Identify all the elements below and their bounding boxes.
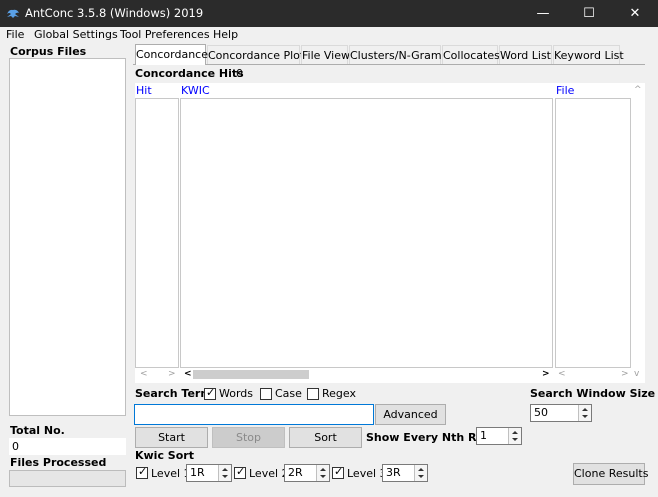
total-no-label: Total No. <box>10 424 65 437</box>
title-bar: AntConc 3.5.8 (Windows) 2019 — ☐ ✕ <box>0 0 658 27</box>
search-term-input[interactable] <box>134 404 374 425</box>
file-scroll-right-icon[interactable]: > <box>621 369 629 379</box>
corpus-files-label: Corpus Files <box>10 45 87 58</box>
level2-label: Level 2 <box>249 467 289 480</box>
total-no-value: 0 <box>12 440 19 453</box>
maximize-button[interactable]: ☐ <box>566 0 612 27</box>
close-button[interactable]: ✕ <box>612 0 658 27</box>
corpus-files-list[interactable] <box>9 58 126 416</box>
spinner-arrows-icon[interactable] <box>218 465 231 481</box>
regex-label: Regex <box>322 387 356 400</box>
spinner-arrows-icon[interactable] <box>578 405 591 421</box>
search-term-label: Search Term <box>135 387 212 400</box>
start-button[interactable]: Start <box>135 427 208 448</box>
show-every-nth-row-label: Show Every Nth Row <box>366 431 495 444</box>
hit-column-header[interactable]: Hit <box>136 84 152 97</box>
menu-tool-preferences[interactable]: Tool Preferences <box>120 28 210 41</box>
menu-global-settings[interactable]: Global Settings <box>34 28 118 41</box>
level3-value: 3R <box>386 466 401 479</box>
kwic-column-pane[interactable] <box>180 98 553 368</box>
file-column-pane[interactable] <box>555 98 631 368</box>
case-checkbox[interactable] <box>260 388 272 400</box>
menu-bar: File Global Settings Tool Preferences He… <box>0 27 658 44</box>
level1-checkbox[interactable] <box>136 465 148 479</box>
hit-column-pane[interactable] <box>135 98 179 368</box>
kwic-scroll-right-icon[interactable]: > <box>542 369 550 379</box>
minimize-button[interactable]: — <box>520 0 566 27</box>
tab-concordance[interactable]: Concordance <box>135 44 208 65</box>
tab-clusters-ngrams[interactable]: Clusters/N-Grams <box>349 45 447 65</box>
kwic-scroll-left-icon[interactable]: < <box>184 369 192 379</box>
regex-checkbox[interactable] <box>307 388 319 400</box>
results-scroll-up-icon[interactable]: ^ <box>634 85 642 95</box>
tab-file-view[interactable]: File View <box>301 45 350 65</box>
spinner-arrows-icon[interactable] <box>316 465 329 481</box>
files-processed-label: Files Processed <box>10 456 107 469</box>
files-processed-progress-bar <box>9 470 126 487</box>
clone-results-button[interactable]: Clone Results <box>573 463 648 485</box>
level1-label: Level 1 <box>151 467 191 480</box>
sort-button[interactable]: Sort <box>289 427 362 448</box>
file-scroll-left-icon[interactable]: < <box>558 369 566 379</box>
antconc-logo-icon <box>7 9 19 18</box>
case-label: Case <box>275 387 302 400</box>
kwic-sort-label: Kwic Sort <box>135 449 194 462</box>
results-scroll-down-icon[interactable]: v <box>634 369 639 379</box>
tab-word-list[interactable]: Word List <box>499 45 552 65</box>
hit-scroll-right-icon[interactable]: > <box>168 369 176 379</box>
advanced-button[interactable]: Advanced <box>375 404 446 425</box>
file-column-header[interactable]: File <box>556 84 574 97</box>
search-window-size-spinner[interactable]: 50 <box>530 404 592 422</box>
level3-spinner[interactable]: 3R <box>382 464 428 482</box>
spinner-arrows-icon[interactable] <box>508 428 521 444</box>
search-window-size-value: 50 <box>534 406 548 419</box>
kwic-scrollbar-thumb[interactable] <box>193 370 309 379</box>
level2-checkbox[interactable] <box>234 465 246 479</box>
kwic-column-header[interactable]: KWIC <box>181 84 210 97</box>
words-label: Words <box>219 387 254 400</box>
tab-keyword-list[interactable]: Keyword List <box>553 45 624 65</box>
search-window-size-label: Search Window Size <box>530 387 656 400</box>
stop-button[interactable]: Stop <box>212 427 285 448</box>
tab-concordance-plot[interactable]: Concordance Plot <box>207 45 304 65</box>
total-no-field <box>9 438 126 455</box>
level2-spinner[interactable]: 2R <box>284 464 330 482</box>
words-checkbox[interactable] <box>204 386 216 400</box>
tab-collocates[interactable]: Collocates <box>442 45 500 65</box>
level2-value: 2R <box>288 466 303 479</box>
concordance-hits-label: Concordance Hits <box>135 67 244 80</box>
window-title: AntConc 3.5.8 (Windows) 2019 <box>25 6 204 20</box>
show-every-nth-row-value: 1 <box>480 429 487 442</box>
spinner-arrows-icon[interactable] <box>414 465 427 481</box>
level3-label: Level 3 <box>347 467 387 480</box>
level1-spinner[interactable]: 1R <box>186 464 232 482</box>
show-every-nth-row-spinner[interactable]: 1 <box>476 427 522 445</box>
menu-file[interactable]: File <box>6 28 24 41</box>
tab-divider <box>133 64 645 65</box>
hit-scroll-left-icon[interactable]: < <box>140 369 148 379</box>
concordance-hits-value: 0 <box>236 67 243 80</box>
level1-value: 1R <box>190 466 205 479</box>
level3-checkbox[interactable] <box>332 465 344 479</box>
menu-help[interactable]: Help <box>213 28 238 41</box>
